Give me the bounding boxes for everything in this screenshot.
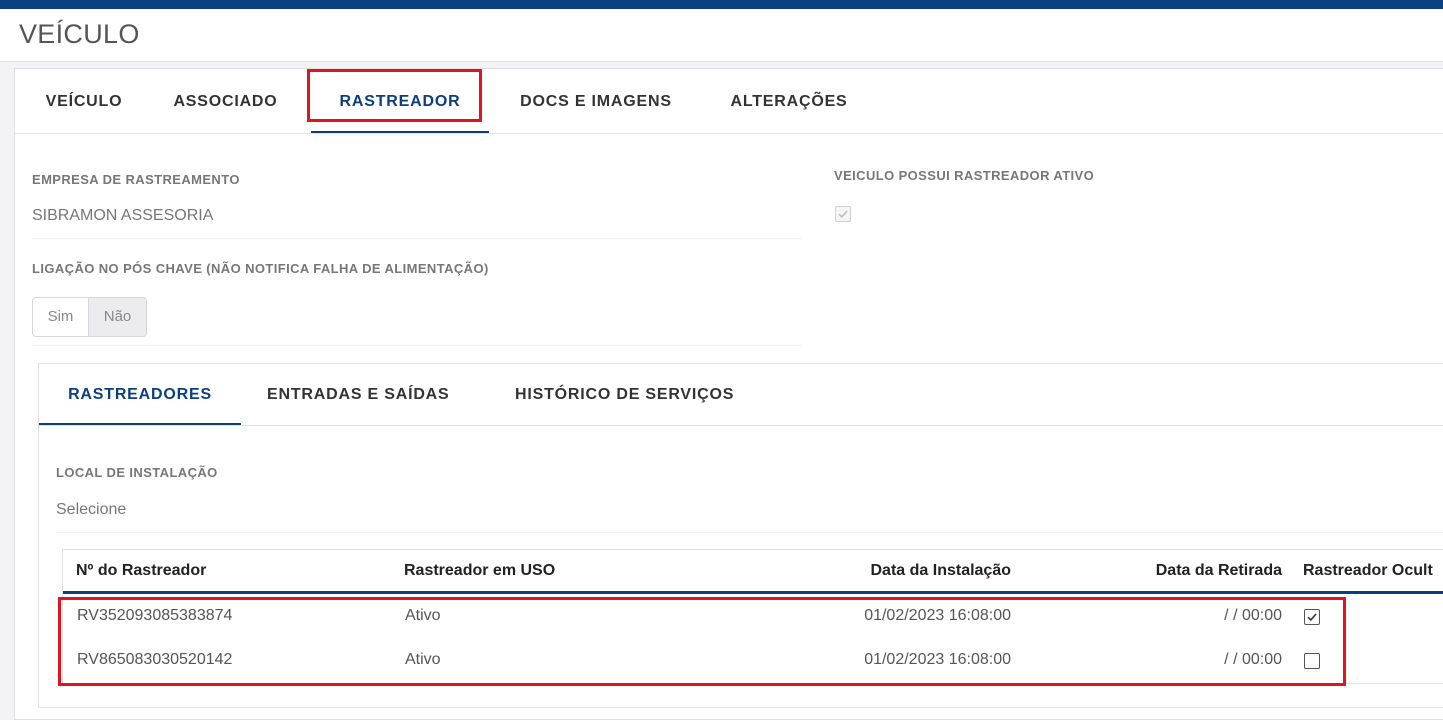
tab-alteracoes[interactable]: ALTERAÇÕES <box>720 69 858 133</box>
col-instalacao-header[interactable]: Data da Instalação <box>811 562 1012 580</box>
divider <box>32 345 801 346</box>
col-numero-header[interactable]: Nº do Rastreador <box>76 562 206 580</box>
table-header: Nº do Rastreador Rastreador em USO Data … <box>63 550 1443 594</box>
tab-docs-e-imagens[interactable]: DOCS E IMAGENS <box>506 69 686 133</box>
subtab-historico-de-servicos[interactable]: HISTÓRICO DE SERVIÇOS <box>515 364 734 425</box>
page-title: VEÍCULO <box>19 19 140 49</box>
col-oculto-header[interactable]: Rastreador Ocult <box>1303 562 1433 580</box>
subtab-entradas-e-saidas[interactable]: ENTRADAS E SAÍDAS <box>267 364 450 425</box>
empresa-label: EMPRESA DE RASTREAMENTO <box>32 172 240 187</box>
toggle-option-sim[interactable]: Sim <box>33 298 89 336</box>
page-header: VEÍCULO <box>0 9 1443 62</box>
ligacao-label: LIGAÇÃO NO PÓS CHAVE (NÃO NOTIFICA FALHA… <box>32 261 489 276</box>
highlight-rastreador-tab <box>307 69 482 122</box>
divider <box>56 532 1443 533</box>
toggle-option-nao[interactable]: Não <box>89 298 146 336</box>
sub-tabs: RASTREADORES ENTRADAS E SAÍDAS HISTÓRICO… <box>39 364 1443 426</box>
check-icon <box>838 210 848 219</box>
subtab-rastreadores[interactable]: RASTREADORES <box>39 364 241 425</box>
rastreador-ativo-checkbox <box>835 206 851 222</box>
col-uso-header[interactable]: Rastreador em USO <box>404 562 555 580</box>
local-instalacao-select[interactable]: Selecione <box>56 501 126 519</box>
top-brand-bar <box>0 0 1443 9</box>
divider <box>32 238 801 239</box>
ligacao-toggle: Sim Não <box>32 297 147 337</box>
rastreador-ativo-label: VEICULO POSSUI RASTREADOR ATIVO <box>834 168 1095 183</box>
empresa-value: SIBRAMON ASSESORIA <box>32 207 214 224</box>
tab-veiculo[interactable]: VEÍCULO <box>29 69 139 133</box>
tab-associado[interactable]: ASSOCIADO <box>163 69 288 133</box>
main-tabs: VEÍCULO ASSOCIADO RASTREADOR DOCS E IMAG… <box>15 69 1443 134</box>
col-retirada-header[interactable]: Data da Retirada <box>1082 562 1282 580</box>
local-instalacao-label: LOCAL DE INSTALAÇÃO <box>56 465 218 480</box>
highlight-rastreador-rows <box>58 597 1346 686</box>
